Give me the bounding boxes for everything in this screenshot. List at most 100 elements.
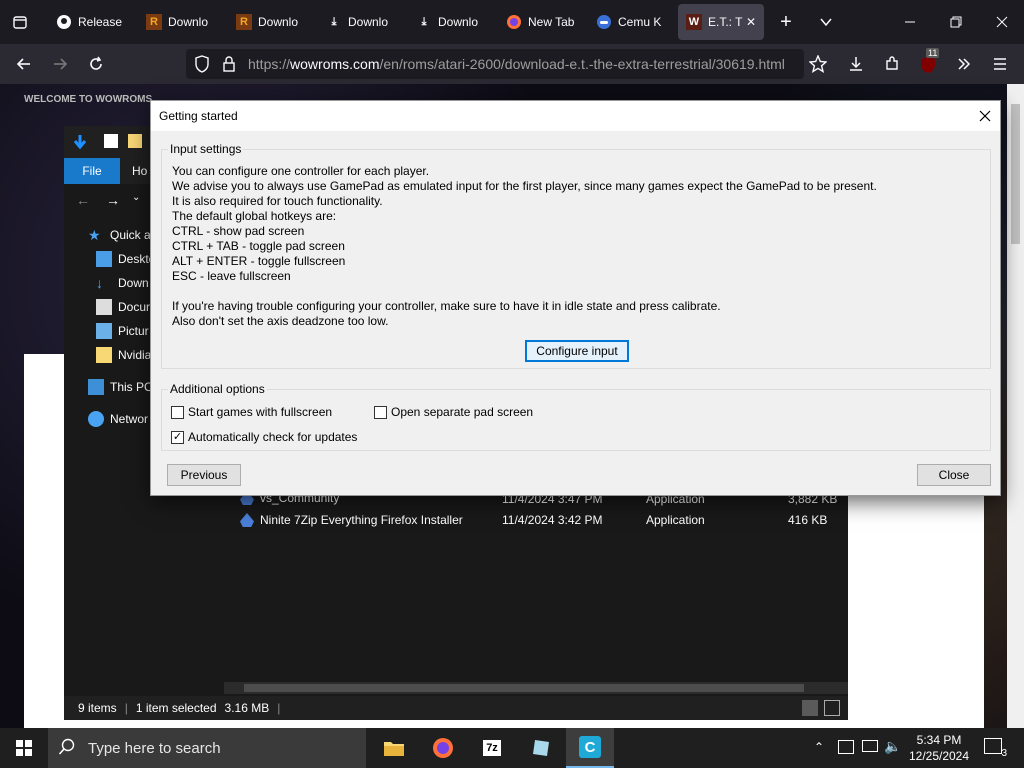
file-name: Ninite 7Zip Everything Firefox Installer <box>260 513 463 527</box>
home-tab[interactable]: Ho <box>132 164 147 178</box>
cemu-icon[interactable]: C <box>566 728 614 768</box>
romsfun-icon: R <box>146 14 162 30</box>
windows-start-icon[interactable] <box>0 728 48 768</box>
action-center-tray-icon[interactable] <box>838 740 854 754</box>
forward-arrow-icon[interactable]: → <box>106 192 120 208</box>
group-label: Additional options <box>168 382 267 396</box>
auto-update-checkbox[interactable]: ✓ Automatically check for updates <box>171 429 357 445</box>
separate-pad-checkbox[interactable]: Open separate pad screen <box>374 404 533 420</box>
taskbar-search-box[interactable]: Type here to search <box>48 728 366 768</box>
back-arrow-icon[interactable]: ← <box>76 192 90 208</box>
search-icon <box>58 738 76 759</box>
bookmark-star-icon[interactable] <box>804 50 832 78</box>
url-bar[interactable]: https://wowroms.com/en/roms/atari-2600/d… <box>186 49 804 79</box>
info-line: Also don't set the axis deadzone too low… <box>172 314 389 328</box>
checkbox-label: Open separate pad screen <box>391 405 534 419</box>
tab-label: Cemu K <box>618 15 662 29</box>
info-line: ESC - leave fullscreen <box>172 269 291 283</box>
close-tab-icon[interactable]: ✕ <box>746 15 756 29</box>
sidebar-item-network[interactable]: Networ <box>88 408 148 430</box>
download-arrow-icon <box>72 134 88 153</box>
overflow-chevron-icon[interactable] <box>950 50 978 78</box>
info-line: The default global hotkeys are: <box>172 209 337 223</box>
sidebar-item-documents[interactable]: Docur <box>96 296 150 318</box>
info-line: ALT + ENTER - toggle fullscreen <box>172 254 346 268</box>
file-size: 416 KB <box>788 513 828 527</box>
romsfun-icon: R <box>236 14 252 30</box>
browser-tab[interactable]: R Downlo <box>138 4 218 40</box>
notifications-icon[interactable]: 3 <box>984 738 1007 759</box>
file-type: Application <box>646 513 705 527</box>
7zip-icon[interactable]: 7z <box>468 728 516 768</box>
file-row[interactable]: Ninite 7Zip Everything Firefox Installer <box>240 510 463 530</box>
additional-options-group: Additional options Start games with full… <box>161 382 991 451</box>
lock-icon[interactable] <box>222 55 236 76</box>
browser-tab-active[interactable]: W E.T.: T ✕ <box>678 4 764 40</box>
sidebar-item-downloads[interactable]: ↓ Down <box>96 272 149 294</box>
horizontal-scrollbar[interactable] <box>224 682 848 694</box>
browser-tab[interactable]: ⤓ Downlo <box>408 4 488 40</box>
start-fullscreen-checkbox[interactable]: Start games with fullscreen <box>171 404 332 420</box>
dialog-title: Getting started <box>159 109 238 123</box>
network-tray-icon[interactable] <box>862 740 878 752</box>
reload-icon[interactable] <box>82 50 110 78</box>
volume-muted-icon[interactable]: 🔈 <box>884 738 901 755</box>
shield-icon[interactable] <box>194 55 210 76</box>
sidebar-item-quick-access[interactable]: ★ Quick a <box>88 224 151 246</box>
download-icon: ⤓ <box>421 15 427 28</box>
tray-chevron-up-icon[interactable]: ⌃ <box>814 740 824 754</box>
back-icon[interactable] <box>10 50 38 78</box>
page-scrollbar[interactable] <box>1007 84 1024 728</box>
close-button[interactable]: Close <box>917 464 991 486</box>
details-view-icon[interactable] <box>802 700 818 716</box>
sidebar-item-desktop[interactable]: Deskto <box>96 248 155 270</box>
notepad-icon[interactable] <box>517 728 565 768</box>
download-icon: ↓ <box>96 275 103 291</box>
forward-icon[interactable] <box>46 50 74 78</box>
wowroms-icon: W <box>686 14 702 30</box>
browser-tab[interactable]: ⤓ Downlo <box>318 4 398 40</box>
recent-locations-icon[interactable]: ⌄ <box>132 192 140 203</box>
minimize-icon[interactable] <box>896 8 924 36</box>
download-icon: ⤓ <box>331 15 337 28</box>
extensions-icon[interactable] <box>878 50 906 78</box>
explorer-status-bar: 9 items | 1 item selected 3.16 MB | <box>64 696 848 720</box>
status-separator: | <box>277 701 281 715</box>
group-label: Input settings <box>168 142 244 156</box>
taskbar-clock[interactable]: 5:34 PM 12/25/2024 <box>904 732 974 764</box>
configure-input-button[interactable]: Configure input <box>525 340 629 362</box>
browser-tab[interactable]: New Tab <box>498 4 584 40</box>
tab-overview-icon[interactable] <box>6 8 34 36</box>
file-tab[interactable]: File <box>64 158 120 184</box>
properties-icon[interactable] <box>104 134 118 148</box>
file-explorer-icon[interactable] <box>370 728 418 768</box>
scrollbar-thumb[interactable] <box>1011 104 1020 244</box>
hamburger-menu-icon[interactable] <box>986 50 1014 78</box>
sidebar-item-label: Docur <box>118 300 151 314</box>
url-prefix: https:// <box>248 56 291 72</box>
firefox-icon[interactable] <box>419 728 467 768</box>
previous-button[interactable]: Previous <box>167 464 241 486</box>
browser-tab[interactable]: Release <box>48 4 128 40</box>
restore-icon[interactable] <box>942 8 970 36</box>
sidebar-item-label: Nvidia <box>118 348 152 362</box>
scrollbar-thumb[interactable] <box>244 684 804 692</box>
ublock-icon[interactable]: 11 <box>914 48 942 78</box>
new-tab-icon[interactable]: + <box>772 8 800 36</box>
chevron-down-icon[interactable] <box>812 8 840 36</box>
folder-icon[interactable] <box>128 134 142 148</box>
browser-tab[interactable]: Cemu K <box>588 4 668 40</box>
url-domain: wowroms.com <box>290 56 380 72</box>
large-icons-view-icon[interactable] <box>824 700 840 716</box>
checkmark-icon[interactable]: ✓ <box>171 430 184 444</box>
browser-tab[interactable]: R Downlo <box>228 4 308 40</box>
sidebar-item-nvidia[interactable]: Nvidia <box>96 344 151 366</box>
sidebar-item-pictures[interactable]: Pictur <box>96 320 149 342</box>
checkbox-box[interactable] <box>171 405 184 419</box>
checkbox-box[interactable] <box>374 405 387 419</box>
downloads-icon[interactable] <box>842 50 870 78</box>
file-date: 11/4/2024 3:42 PM <box>502 513 603 527</box>
close-window-icon[interactable] <box>988 8 1016 36</box>
sidebar-item-this-pc[interactable]: This PC <box>88 376 153 398</box>
close-icon[interactable] <box>970 101 1000 131</box>
